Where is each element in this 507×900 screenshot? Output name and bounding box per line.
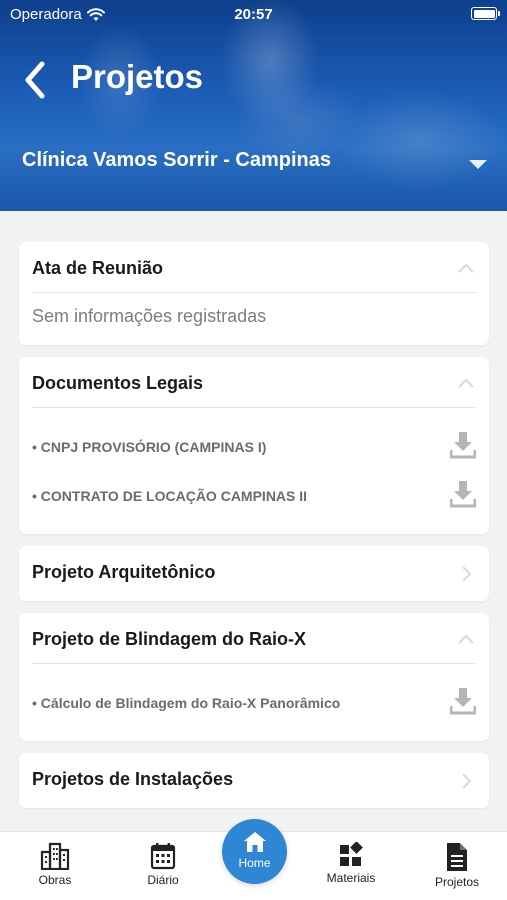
nav-label: Obras: [38, 873, 72, 887]
back-arrow-icon[interactable]: [20, 60, 50, 100]
nav-label: Materiais: [326, 871, 376, 885]
nav-projetos[interactable]: Projetos: [417, 842, 497, 889]
chevron-right-icon: [462, 773, 472, 789]
section-title: Documentos Legais: [32, 373, 204, 393]
home-icon: [243, 832, 266, 852]
divider: [32, 663, 476, 664]
materials-icon: [340, 842, 363, 866]
nav-materiais[interactable]: Materiais: [311, 842, 391, 885]
section-header[interactable]: Ata de Reunião: [19, 242, 489, 295]
document-row[interactable]: • CNPJ PROVISÓRIO (CAMPINAS I): [32, 427, 476, 467]
nav-label: Home: [238, 856, 271, 870]
section-projetos-de-instalacoes[interactable]: Projetos de Instalações: [19, 753, 489, 808]
section-header[interactable]: Documentos Legais: [19, 357, 489, 410]
document-label: • CNPJ PROVISÓRIO (CAMPINAS I): [32, 439, 267, 455]
chevron-up-icon: [458, 378, 474, 388]
header: Operadora 20:57 Projetos Clínica Vamos S…: [0, 0, 507, 211]
nav-home-button[interactable]: Home: [222, 819, 287, 884]
clinic-name: Clínica Vamos Sorrir - Campinas: [22, 149, 331, 171]
calendar-icon: [150, 843, 176, 870]
section-title: Ata de Reunião: [32, 258, 164, 278]
chevron-up-icon: [458, 263, 474, 273]
section-header[interactable]: Projeto Arquitetônico: [19, 546, 489, 599]
bottom-navigation: Obras Diário Home Materiais Projetos: [0, 819, 507, 900]
empty-state-text: Sem informações registradas: [32, 306, 267, 326]
download-icon[interactable]: [450, 430, 476, 460]
clinic-selector[interactable]: Clínica Vamos Sorrir - Campinas: [0, 140, 507, 185]
section-header[interactable]: Projetos de Instalações: [19, 753, 489, 806]
document-row[interactable]: • Cálculo de Blindagem do Raio-X Panorâm…: [32, 683, 476, 723]
download-icon[interactable]: [450, 479, 476, 509]
building-icon: [40, 842, 70, 870]
divider: [32, 292, 476, 293]
caret-down-icon: [469, 160, 487, 169]
nav-diario[interactable]: Diário: [123, 842, 203, 887]
section-documentos-legais: Documentos Legais • CNPJ PROVISÓRIO (CAM…: [19, 357, 489, 534]
section-projeto-blindagem-raio-x: Projeto de Blindagem do Raio-X • Cálculo…: [19, 613, 489, 741]
document-label: • CONTRATO DE LOCAÇÃO CAMPINAS II: [32, 488, 308, 504]
document-row[interactable]: • CONTRATO DE LOCAÇÃO CAMPINAS II: [32, 476, 476, 516]
section-projeto-arquitetonico[interactable]: Projeto Arquitetônico: [19, 546, 489, 601]
status-bar: Operadora 20:57: [0, 0, 507, 30]
document-icon: [447, 843, 467, 871]
document-label: • Cálculo de Blindagem do Raio-X Panorâm…: [32, 695, 341, 711]
nav-label: Projetos: [434, 875, 480, 889]
nav-obras[interactable]: Obras: [15, 842, 95, 887]
section-header[interactable]: Projeto de Blindagem do Raio-X: [19, 613, 489, 666]
chevron-up-icon: [458, 634, 474, 644]
sections-list: Ata de Reunião Sem informações registrad…: [0, 211, 507, 831]
page-title: Projetos: [71, 58, 204, 95]
section-title: Projetos de Instalações: [32, 769, 234, 789]
section-title: Projeto de Blindagem do Raio-X: [32, 629, 307, 649]
nav-label: Diário: [147, 873, 179, 887]
clock: 20:57: [234, 6, 273, 23]
divider: [32, 407, 476, 408]
battery-icon: [471, 7, 500, 20]
section-title: Projeto Arquitetônico: [32, 562, 216, 582]
download-icon[interactable]: [450, 686, 476, 716]
section-ata-de-reuniao: Ata de Reunião Sem informações registrad…: [19, 242, 489, 345]
chevron-right-icon: [462, 566, 472, 582]
